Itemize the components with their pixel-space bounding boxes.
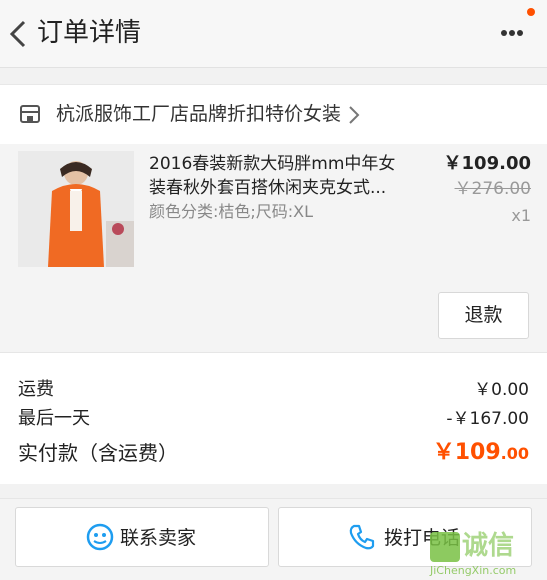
product-sku: 颜色分类:桔色;尺码:XL — [149, 202, 314, 221]
product-price: ￥109.00 — [443, 153, 531, 174]
store-icon — [20, 105, 40, 123]
refund-button[interactable]: 退款 — [438, 292, 529, 339]
watermark-url: JiChengXin.com — [430, 564, 517, 577]
discount-value: -￥167.00 — [446, 409, 529, 429]
order-item[interactable]: 2016春装新款大码胖mm中年女装春秋外套百搭休闲夹克女式... 颜色分类:桔色… — [0, 144, 547, 352]
product-thumbnail[interactable] — [18, 151, 134, 267]
total-amount: ￥109 — [432, 440, 501, 465]
page-title: 订单详情 — [37, 18, 142, 48]
product-title[interactable]: 2016春装新款大码胖mm中年女装春秋外套百搭休闲夹克女式... — [149, 152, 409, 200]
watermark-icon — [430, 532, 460, 562]
product-quantity: x1 — [511, 206, 531, 225]
total-cents: .00 — [500, 444, 529, 463]
payment-summary: 运费 ￥0.00 最后一天 -￥167.00 实付款（含运费） ￥109.00 — [0, 352, 547, 484]
product-original-price: ￥276.00 — [454, 179, 531, 199]
contact-seller-button[interactable]: 联系卖家 — [15, 507, 269, 567]
app-header: 订单详情 — [0, 0, 547, 68]
watermark-text: 诚信 — [462, 531, 515, 561]
total-value: ￥109.00 — [433, 437, 529, 470]
chat-icon — [86, 523, 114, 551]
chevron-right-icon — [349, 106, 360, 124]
discount-label: 最后一天 — [18, 408, 90, 429]
watermark-logo: 诚信 JiChengXin.com — [430, 528, 547, 580]
shipping-value: ￥0.00 — [474, 380, 529, 400]
shop-row[interactable]: 杭派服饰工厂店品牌折扣特价女装 — [0, 84, 547, 144]
chevron-left-icon[interactable] — [4, 14, 34, 54]
shop-name: 杭派服饰工厂店品牌折扣特价女装 — [56, 103, 342, 125]
phone-icon — [349, 524, 375, 550]
total-label: 实付款（含运费） — [18, 441, 178, 465]
notification-dot — [527, 8, 535, 16]
more-dots-icon[interactable] — [496, 20, 528, 46]
contact-seller-label: 联系卖家 — [120, 527, 197, 549]
shipping-label: 运费 — [18, 379, 54, 400]
